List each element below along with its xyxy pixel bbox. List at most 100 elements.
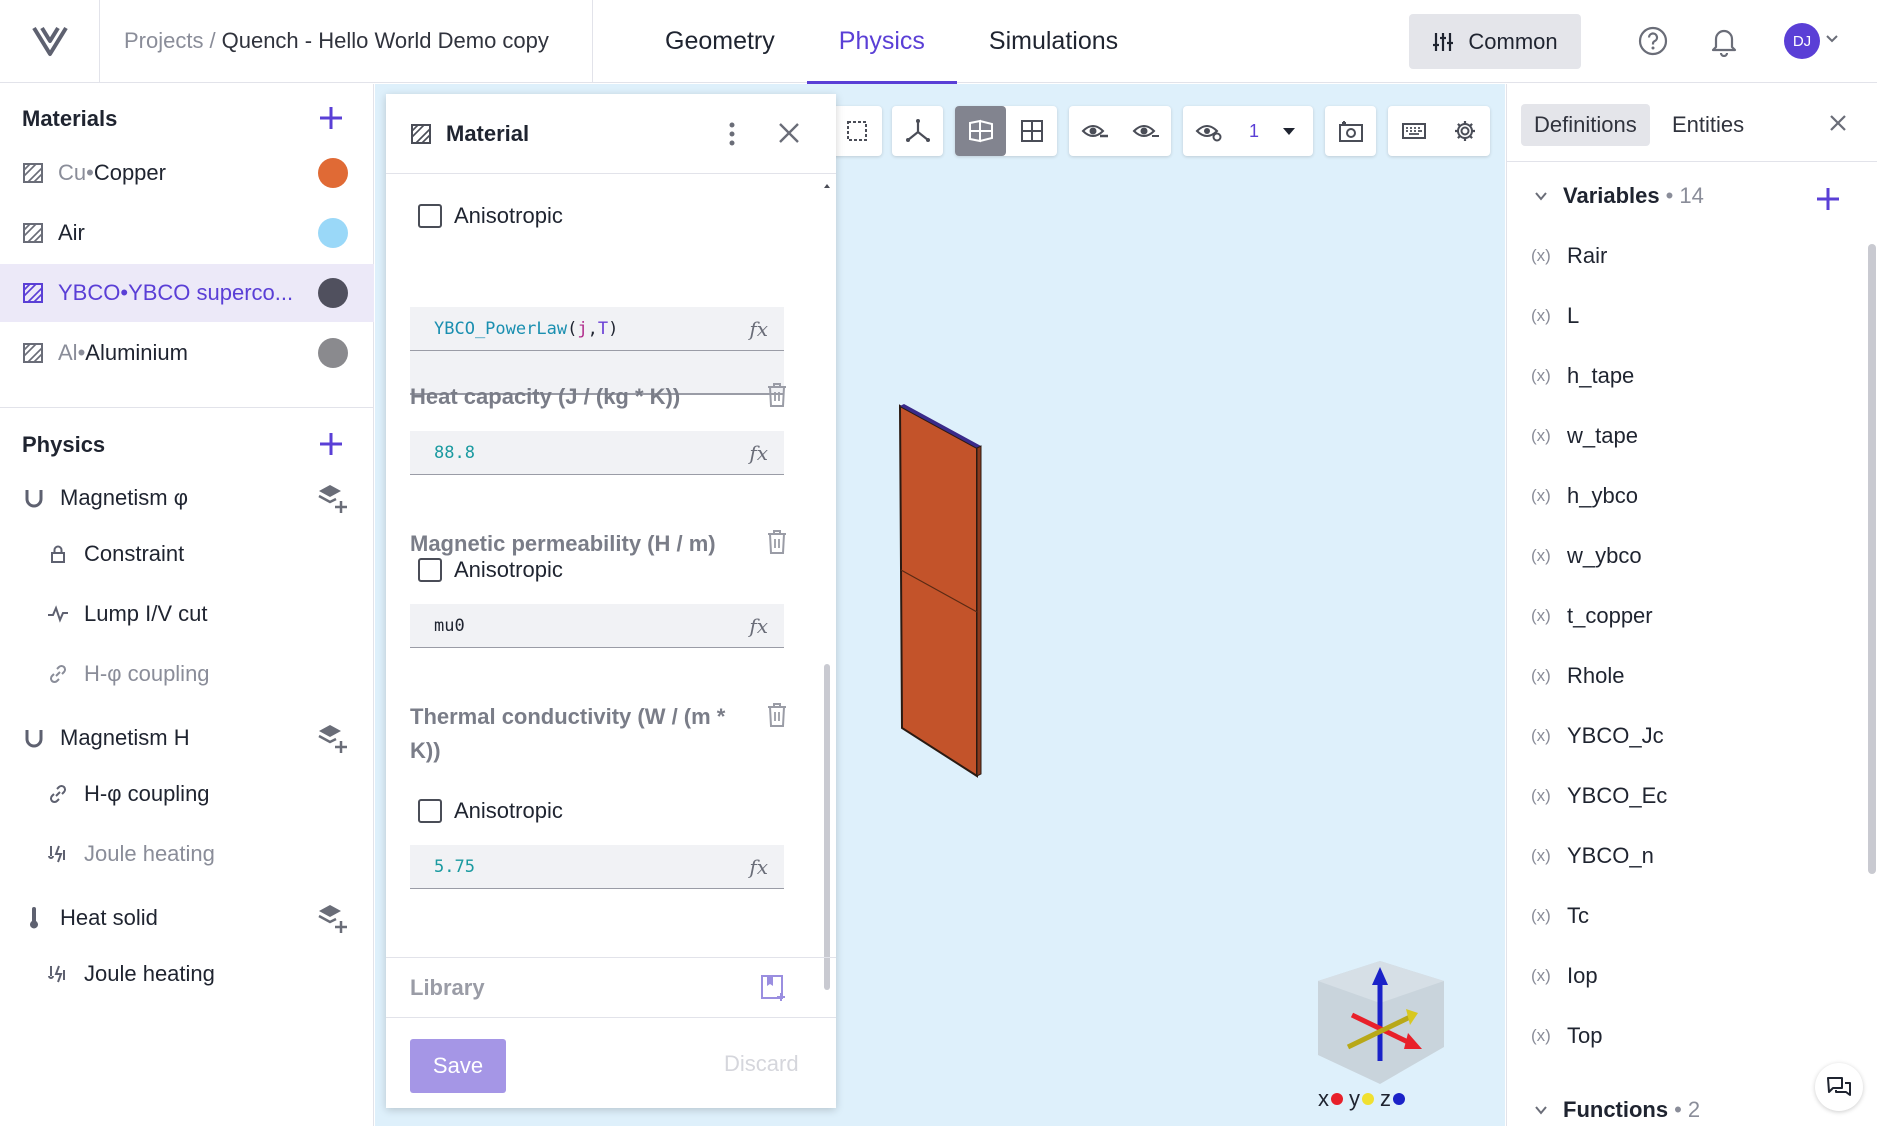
heat-capacity-field[interactable]: 88.8 fx — [410, 431, 784, 475]
physics-item-lump-iv-cut[interactable]: Lump I/V cut — [0, 586, 374, 642]
permeability-field[interactable]: mu0 fx — [410, 604, 784, 648]
tab-definitions[interactable]: Definitions — [1521, 104, 1650, 146]
chevron-down-icon[interactable] — [1533, 188, 1549, 204]
variable-row[interactable]: (x) YBCO_n — [1531, 836, 1654, 876]
grid-view-button[interactable] — [1006, 106, 1057, 156]
variable-row[interactable]: (x) L — [1531, 296, 1579, 336]
conductivity-anisotropic-checkbox[interactable]: Anisotropic — [418, 798, 563, 824]
functions-header[interactable]: Functions • 2 — [1533, 1097, 1700, 1123]
show-button[interactable] — [1120, 106, 1171, 156]
add-variable-icon[interactable] — [1815, 186, 1841, 212]
variables-header[interactable]: Variables • 14 — [1533, 183, 1704, 209]
box-select-button[interactable] — [831, 106, 882, 156]
checkbox-box[interactable] — [418, 204, 442, 228]
variable-row[interactable]: (x) YBCO_Jc — [1531, 716, 1664, 756]
add-layer-icon[interactable] — [316, 722, 348, 754]
tab-geometry[interactable]: Geometry — [633, 0, 807, 83]
material-color-swatch[interactable] — [318, 278, 348, 308]
physics-item-heat-solid[interactable]: Heat solid — [0, 890, 374, 946]
common-button[interactable]: Common — [1409, 14, 1581, 69]
library-section[interactable]: Library — [386, 957, 836, 1017]
model-tape-geometry[interactable] — [895, 404, 1005, 784]
axes-button[interactable] — [892, 106, 943, 156]
permeability-anisotropic-checkbox[interactable]: Anisotropic — [418, 557, 563, 583]
variable-row[interactable]: (x) Rair — [1531, 236, 1607, 276]
variable-name: Rair — [1567, 243, 1608, 268]
function-editor-icon[interactable]: fx — [749, 614, 768, 638]
add-layer-icon[interactable] — [316, 482, 348, 514]
checkbox-box[interactable] — [418, 558, 442, 582]
variable-row[interactable]: (x) YBCO_Ec — [1531, 776, 1667, 816]
add-layer-icon[interactable] — [316, 902, 348, 934]
function-editor-icon[interactable]: fx — [749, 317, 768, 341]
physics-item-label: Magnetism φ — [60, 485, 188, 510]
physics-item-joule-heating-2[interactable]: Joule heating — [0, 946, 374, 1002]
physics-item-h-phi-coupling-2[interactable]: H-φ coupling — [0, 766, 374, 822]
viewport-settings-button[interactable] — [1439, 106, 1490, 156]
variable-row[interactable]: (x) w_ybco — [1531, 536, 1642, 576]
checkbox-box[interactable] — [418, 799, 442, 823]
variable-row[interactable]: (x) t_copper — [1531, 596, 1653, 636]
user-avatar[interactable]: DJ — [1784, 23, 1820, 59]
physics-item-h-phi-coupling[interactable]: H-φ coupling — [0, 646, 374, 702]
physics-item-constraint[interactable]: Constraint — [0, 526, 374, 582]
material-color-swatch[interactable] — [318, 218, 348, 248]
resistivity-anisotropic-checkbox[interactable]: Anisotropic — [418, 203, 563, 229]
help-button[interactable] — [1632, 20, 1674, 62]
keyboard-shortcuts-button[interactable] — [1388, 106, 1439, 156]
tab-entities[interactable]: Entities — [1659, 104, 1757, 146]
view-dropdown-button[interactable] — [1274, 106, 1304, 156]
material-row-aluminium[interactable]: Al • Aluminium — [0, 324, 374, 382]
add-material-button[interactable] — [317, 104, 345, 132]
more-options-icon[interactable] — [726, 120, 738, 148]
function-editor-icon[interactable]: fx — [749, 855, 768, 879]
tab-simulations[interactable]: Simulations — [957, 0, 1150, 83]
variable-row[interactable]: (x) Rhole — [1531, 656, 1624, 696]
conductivity-field[interactable]: 5.75 fx — [410, 845, 784, 889]
material-row-air[interactable]: Air — [0, 204, 374, 262]
app-logo[interactable] — [0, 0, 100, 83]
resistivity-expression-field[interactable]: YBCO_PowerLaw(j, T) fx — [410, 307, 784, 351]
orientation-cube[interactable] — [1310, 959, 1450, 1089]
chevron-down-icon[interactable] — [1824, 30, 1840, 46]
notifications-button[interactable] — [1703, 20, 1745, 62]
close-icon[interactable] — [1827, 112, 1849, 134]
scroll-up-icon[interactable] — [823, 182, 831, 190]
physics-item-magnetism-h[interactable]: Magnetism H — [0, 710, 374, 766]
discard-button[interactable]: Discard — [724, 1051, 799, 1077]
save-button[interactable]: Save — [410, 1039, 506, 1093]
function-editor-icon[interactable]: fx — [749, 441, 768, 465]
panel-scrollbar-thumb[interactable] — [824, 664, 830, 990]
perspective-view-button[interactable] — [955, 106, 1006, 156]
right-panel-scrollbar-thumb[interactable] — [1868, 244, 1876, 874]
variable-row[interactable]: (x) h_tape — [1531, 356, 1634, 396]
views-button[interactable] — [1183, 106, 1234, 156]
material-panel-body[interactable]: Anisotropic YBCO_PowerLaw(j, T) fx Heat c… — [386, 175, 836, 1015]
library-add-icon[interactable] — [760, 974, 786, 1002]
chat-button[interactable] — [1815, 1063, 1863, 1111]
variable-row[interactable]: (x) Top — [1531, 1016, 1602, 1056]
variable-row[interactable]: (x) Iop — [1531, 956, 1598, 996]
delete-heat-capacity-icon[interactable] — [766, 382, 788, 408]
variable-row[interactable]: (x) Tc — [1531, 896, 1589, 936]
hide-button[interactable] — [1069, 106, 1120, 156]
right-panel-scrollbar[interactable] — [1867, 164, 1877, 1124]
breadcrumb-project-name[interactable]: Quench - Hello World Demo copy — [222, 28, 549, 54]
delete-conductivity-icon[interactable] — [766, 702, 788, 728]
variable-row[interactable]: (x) w_tape — [1531, 416, 1638, 456]
material-color-swatch[interactable] — [318, 158, 348, 188]
material-row-copper[interactable]: Cu • Copper — [0, 144, 374, 202]
physics-item-joule-heating[interactable]: Joule heating — [0, 826, 374, 882]
variable-row[interactable]: (x) h_ybco — [1531, 476, 1638, 516]
screenshot-button[interactable] — [1325, 106, 1376, 156]
material-color-swatch[interactable] — [318, 338, 348, 368]
close-icon[interactable] — [776, 120, 802, 146]
tab-physics[interactable]: Physics — [806, 0, 958, 84]
lock-icon — [46, 542, 70, 566]
material-row-ybco[interactable]: YBCO • YBCO superco... — [0, 264, 374, 322]
delete-permeability-icon[interactable] — [766, 529, 788, 555]
physics-item-magnetism-phi[interactable]: Magnetism φ — [0, 470, 374, 526]
add-physics-button[interactable] — [317, 430, 345, 458]
chevron-down-icon[interactable] — [1533, 1102, 1549, 1118]
breadcrumb-projects[interactable]: Projects — [124, 28, 203, 54]
